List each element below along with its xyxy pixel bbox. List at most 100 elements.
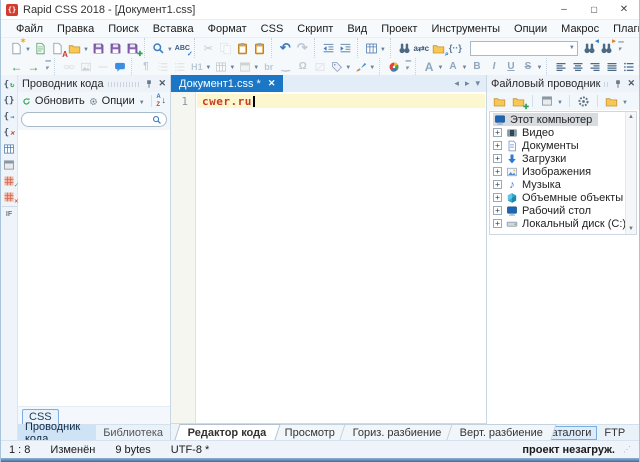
pin-icon[interactable] [144, 79, 154, 89]
menu-edit[interactable]: Правка [50, 20, 101, 37]
errors-grid-button[interactable]: ✕ [2, 190, 17, 203]
underline-button[interactable]: U [502, 59, 519, 75]
new-web-document-button[interactable] [32, 40, 49, 56]
align-right-button[interactable] [586, 59, 603, 75]
table-row-dropdown-icon[interactable]: ▼ [253, 65, 259, 71]
align-justify-button[interactable] [603, 59, 620, 75]
options-button[interactable]: Опции [102, 95, 135, 107]
special-char-button[interactable]: Ω [294, 59, 311, 75]
tree-item-local-disk[interactable]: + Локальный диск (C:) [490, 217, 625, 230]
find-previous-button[interactable]: ◂ [581, 40, 598, 56]
tab-code-editor[interactable]: Редактор кода [174, 424, 280, 440]
heading-dropdown-icon[interactable]: ▼ [205, 65, 211, 71]
align-center-button[interactable] [569, 59, 586, 75]
heading-button[interactable]: H1 [188, 59, 205, 75]
menu-insert[interactable]: Вставка [146, 20, 201, 37]
panels-dropdown-icon[interactable]: ▼ [380, 47, 386, 53]
tree-item-music[interactable]: + ♪ Музыка [490, 178, 625, 191]
close-button[interactable]: ✕ [609, 0, 639, 19]
search-combobox-dropdown-icon[interactable]: ▼ [569, 45, 575, 51]
tab-preview[interactable]: Просмотр [271, 424, 348, 440]
folders-menu-dropdown-icon[interactable]: ▼ [622, 100, 628, 106]
copy-button[interactable] [217, 40, 234, 56]
tree-scrollbar[interactable]: ▲ ▼ [625, 112, 636, 234]
nbsp-button[interactable]: ‿ [277, 59, 294, 75]
options-dropdown-icon[interactable]: ▼ [139, 100, 145, 106]
back-button[interactable]: ← [8, 59, 25, 75]
find-next-button[interactable]: ▸ [598, 40, 615, 56]
search-combobox[interactable]: ▼ [470, 41, 578, 56]
find-dropdown-icon[interactable]: ▼ [167, 47, 173, 53]
outdent-button[interactable] [320, 40, 337, 56]
if-condition-button[interactable]: IF [2, 206, 17, 219]
scroll-down-icon[interactable]: ▼ [628, 226, 634, 232]
expand-icon[interactable]: + [493, 154, 502, 163]
save-all-button[interactable]: ✚ [124, 40, 141, 56]
document-tab[interactable]: Документ1.css * ✕ [171, 75, 283, 92]
font-decrease-button[interactable]: A [445, 59, 462, 75]
expand-icon[interactable]: + [493, 128, 502, 137]
tree-item-computer[interactable]: Этот компьютер [490, 113, 625, 126]
spell-check-button[interactable]: ABC✓ [174, 40, 191, 56]
insert-style-button[interactable]: {→ [2, 110, 17, 123]
search-combobox-input[interactable] [474, 42, 567, 54]
table-dropdown-icon[interactable]: ▼ [229, 65, 235, 71]
expand-icon[interactable]: + [493, 167, 502, 176]
code-search-input[interactable] [26, 114, 152, 126]
open-file-dropdown-icon[interactable]: ▼ [83, 47, 89, 53]
new-document-button[interactable]: ✶ [8, 40, 25, 56]
nav-overflow-icon[interactable]: ▔▾ [44, 64, 49, 70]
tree-item-documents[interactable]: + Документы [490, 139, 625, 152]
paste-special-button[interactable] [251, 40, 268, 56]
tab-list-icon[interactable]: ▾ [475, 78, 480, 89]
tag-dropdown-icon[interactable]: ▼ [345, 65, 351, 71]
menu-macro[interactable]: Макрос [554, 20, 606, 37]
menu-project[interactable]: Проект [374, 20, 424, 37]
tab-horizontal-split[interactable]: Гориз. разбиение [339, 424, 455, 440]
panels-layout-button[interactable] [363, 40, 380, 56]
refresh-button[interactable]: Обновить [35, 95, 85, 107]
expand-icon[interactable]: + [493, 206, 502, 215]
code-snippets-button[interactable]: {··} [447, 40, 464, 56]
horizontal-rule-button[interactable] [94, 59, 111, 75]
resize-grip[interactable]: ⋰ [623, 445, 631, 454]
table-row-button[interactable] [236, 59, 253, 75]
close-panel-icon[interactable]: ✕ [158, 78, 166, 89]
menu-view[interactable]: Вид [340, 20, 374, 37]
sort-az-icon[interactable]: AZ↓ [156, 94, 166, 108]
line-break-button[interactable]: br [260, 59, 277, 75]
code-editor[interactable]: 1 cwer.ru [171, 92, 486, 423]
tree-item-video[interactable]: + Видео [490, 126, 625, 139]
font-increase-button[interactable]: A [421, 59, 438, 75]
refresh-style-button[interactable]: {↻ [2, 78, 17, 91]
scroll-up-icon[interactable]: ▲ [628, 114, 634, 120]
menu-options[interactable]: Опции [507, 20, 554, 37]
expand-icon[interactable]: + [493, 141, 502, 150]
table-view-button[interactable] [2, 142, 17, 155]
open-file-button[interactable] [66, 40, 83, 56]
tab-close-icon[interactable]: ✕ [268, 78, 276, 89]
image-map-button[interactable] [311, 59, 328, 75]
brush-dropdown-icon[interactable]: ▼ [369, 65, 375, 71]
file-explorer-content[interactable] [489, 235, 637, 424]
refresh-icon[interactable] [22, 95, 31, 108]
find-in-folder-button[interactable]: ⌕ [430, 40, 447, 56]
new-folder-button[interactable]: ✚ [510, 93, 527, 109]
menu-tools[interactable]: Инструменты [424, 20, 507, 37]
style-brush-button[interactable] [352, 59, 369, 75]
cut-button[interactable]: ✂ [200, 40, 217, 56]
code-explorer-content[interactable] [18, 130, 170, 406]
menu-format[interactable]: Формат [201, 20, 254, 37]
code-search-box[interactable] [21, 112, 167, 127]
save-as-button[interactable] [107, 40, 124, 56]
maximize-button[interactable]: ▢ [579, 0, 609, 19]
validate-grid-button[interactable]: ✓ [2, 174, 17, 187]
braces-button[interactable]: {} [2, 94, 17, 107]
folders-menu-button[interactable] [603, 93, 620, 109]
view-mode-button[interactable] [538, 93, 555, 109]
tab-code-explorer[interactable]: Проводник кода [18, 425, 96, 440]
view-mode-dropdown-icon[interactable]: ▼ [557, 100, 563, 106]
expand-icon[interactable]: + [493, 193, 502, 202]
expand-icon[interactable]: + [493, 180, 502, 189]
tree-item-3d-objects[interactable]: + Объемные объекты [490, 191, 625, 204]
